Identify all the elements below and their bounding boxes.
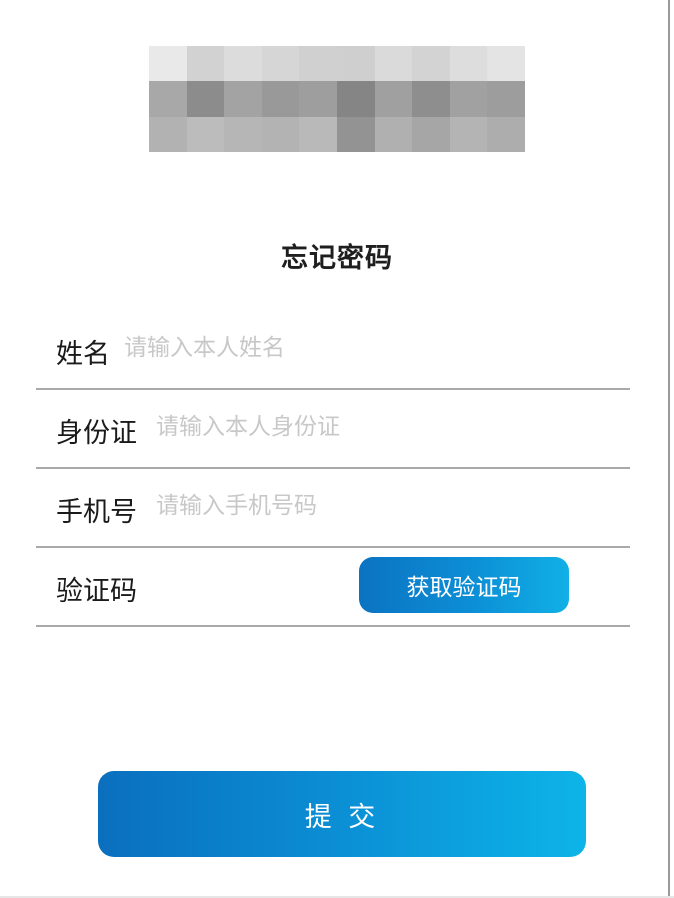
right-edge-divider — [668, 0, 670, 898]
phone-input[interactable] — [156, 488, 606, 524]
id-card-row: 身份证 — [36, 391, 630, 469]
page-title: 忘记密码 — [281, 243, 393, 274]
name-label: 姓名 — [56, 339, 110, 370]
verification-code-row: 验证码 获取验证码 — [36, 549, 630, 627]
name-input[interactable] — [124, 330, 604, 366]
id-card-input[interactable] — [156, 409, 606, 445]
submit-button[interactable]: 提 交 — [98, 771, 586, 857]
forgot-password-screen: 忘记密码 姓名 身份证 手机号 验证码 获取验证码 提 交 — [0, 0, 674, 898]
get-verification-code-button[interactable]: 获取验证码 — [359, 557, 569, 613]
phone-label: 手机号 — [56, 497, 137, 528]
phone-row: 手机号 — [36, 470, 630, 548]
name-row: 姓名 — [36, 312, 630, 390]
verification-code-label: 验证码 — [56, 576, 137, 607]
id-card-label: 身份证 — [56, 418, 137, 449]
verification-code-input[interactable] — [156, 567, 346, 603]
logo-image — [149, 46, 525, 152]
